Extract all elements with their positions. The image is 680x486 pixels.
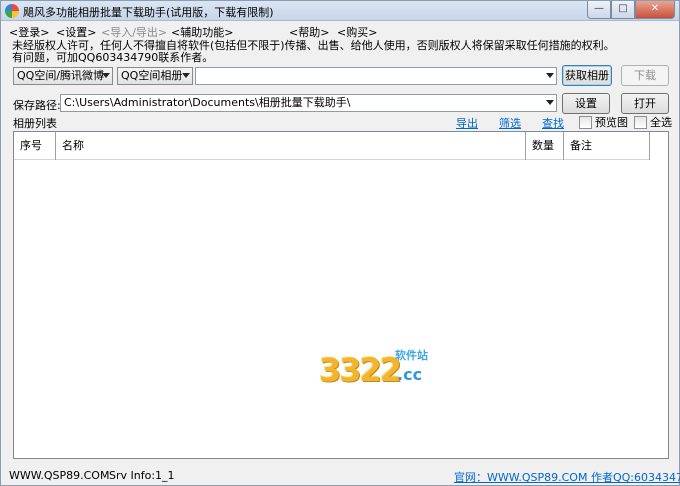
album-type-select-value: QQ空间相册	[121, 69, 183, 82]
album-type-select[interactable]: QQ空间相册	[117, 67, 193, 85]
chevron-down-icon	[102, 73, 110, 78]
album-list-label: 相册列表	[13, 117, 57, 130]
url-input[interactable]	[195, 67, 557, 85]
window-controls: — □ ✕	[587, 1, 675, 19]
platform-select-value: QQ空间/腾讯微博	[17, 69, 105, 82]
menu-import-export[interactable]: <导入/导出>	[101, 24, 167, 40]
chevron-down-icon	[546, 100, 554, 105]
column-header-index[interactable]: 序号	[14, 132, 56, 160]
app-icon	[5, 4, 19, 18]
window-title: 飓风多功能相册批量下载助手(试用版，下载有限制)	[23, 6, 274, 19]
menu-buy[interactable]: <购买>	[337, 24, 377, 40]
album-table[interactable]: 序号 名称 数量 备注	[13, 131, 669, 459]
chevron-down-icon	[546, 73, 554, 78]
preview-checkbox-box[interactable]	[579, 115, 592, 129]
export-link[interactable]: 导出	[456, 115, 478, 131]
official-site-link[interactable]: 官网：WWW.QSP89.COM 作者QQ:603434790	[454, 469, 680, 485]
status-srv-info: Srv Info:1_1	[109, 469, 175, 482]
status-site: WWW.QSP89.COM	[9, 469, 110, 482]
select-all-checkbox-label: 全选	[650, 116, 672, 129]
select-all-checkbox[interactable]: 全选	[634, 114, 672, 130]
column-header-name[interactable]: 名称	[56, 132, 526, 160]
filter-link[interactable]: 筛选	[499, 115, 521, 131]
watermark-domain: .cc	[397, 365, 423, 384]
column-header-note[interactable]: 备注	[564, 132, 650, 160]
save-path-input[interactable]: C:\Users\Administrator\Documents\相册批量下载助…	[60, 94, 557, 112]
minimize-button[interactable]: —	[587, 1, 611, 19]
menu-tools[interactable]: <辅助功能>	[171, 24, 233, 40]
download-button[interactable]: 下载	[621, 65, 669, 86]
title-bar[interactable]: 飓风多功能相册批量下载助手(试用版，下载有限制) — □ ✕	[1, 1, 679, 21]
menu-help[interactable]: <帮助>	[289, 24, 329, 40]
close-button[interactable]: ✕	[635, 1, 675, 19]
menu-login[interactable]: <登录>	[9, 24, 49, 40]
platform-select[interactable]: QQ空间/腾讯微博	[13, 67, 113, 85]
settings-button[interactable]: 设置	[562, 93, 610, 114]
table-header: 序号 名称 数量 备注	[14, 132, 650, 160]
notice-line-2: 有问题，可加QQ603434790联系作者。	[12, 51, 214, 64]
save-path-label: 保存路径:	[13, 99, 61, 112]
app-window: 飓风多功能相册批量下载助手(试用版，下载有限制) — □ ✕ <登录> <设置>…	[0, 0, 680, 486]
maximize-button[interactable]: □	[611, 1, 635, 19]
open-folder-button[interactable]: 打开	[621, 93, 669, 114]
watermark-logo: 3322 软件站 .cc	[319, 347, 439, 392]
menu-settings[interactable]: <设置>	[56, 24, 96, 40]
license-notice: 未经版权人许可，任何人不得擅自将软件(包括但不限于)传播、出售、给他人使用，否则…	[12, 40, 615, 64]
save-path-value: C:\Users\Administrator\Documents\相册批量下载助…	[64, 96, 351, 109]
chevron-down-icon	[182, 73, 190, 78]
fetch-albums-button[interactable]: 获取相册	[562, 65, 612, 86]
select-all-checkbox-box[interactable]	[634, 115, 647, 129]
preview-checkbox[interactable]: 预览图	[579, 114, 628, 130]
menu-bar: <登录> <设置> <导入/导出> <辅助功能> <帮助> <购买>	[1, 21, 679, 39]
find-link[interactable]: 查找	[542, 115, 564, 131]
column-header-count[interactable]: 数量	[526, 132, 564, 160]
preview-checkbox-label: 预览图	[595, 116, 628, 129]
status-bar: WWW.QSP89.COM Srv Info:1_1 官网：WWW.QSP89.…	[1, 465, 680, 485]
watermark-chinese: 软件站	[395, 349, 428, 362]
watermark-number: 3322	[319, 351, 402, 389]
